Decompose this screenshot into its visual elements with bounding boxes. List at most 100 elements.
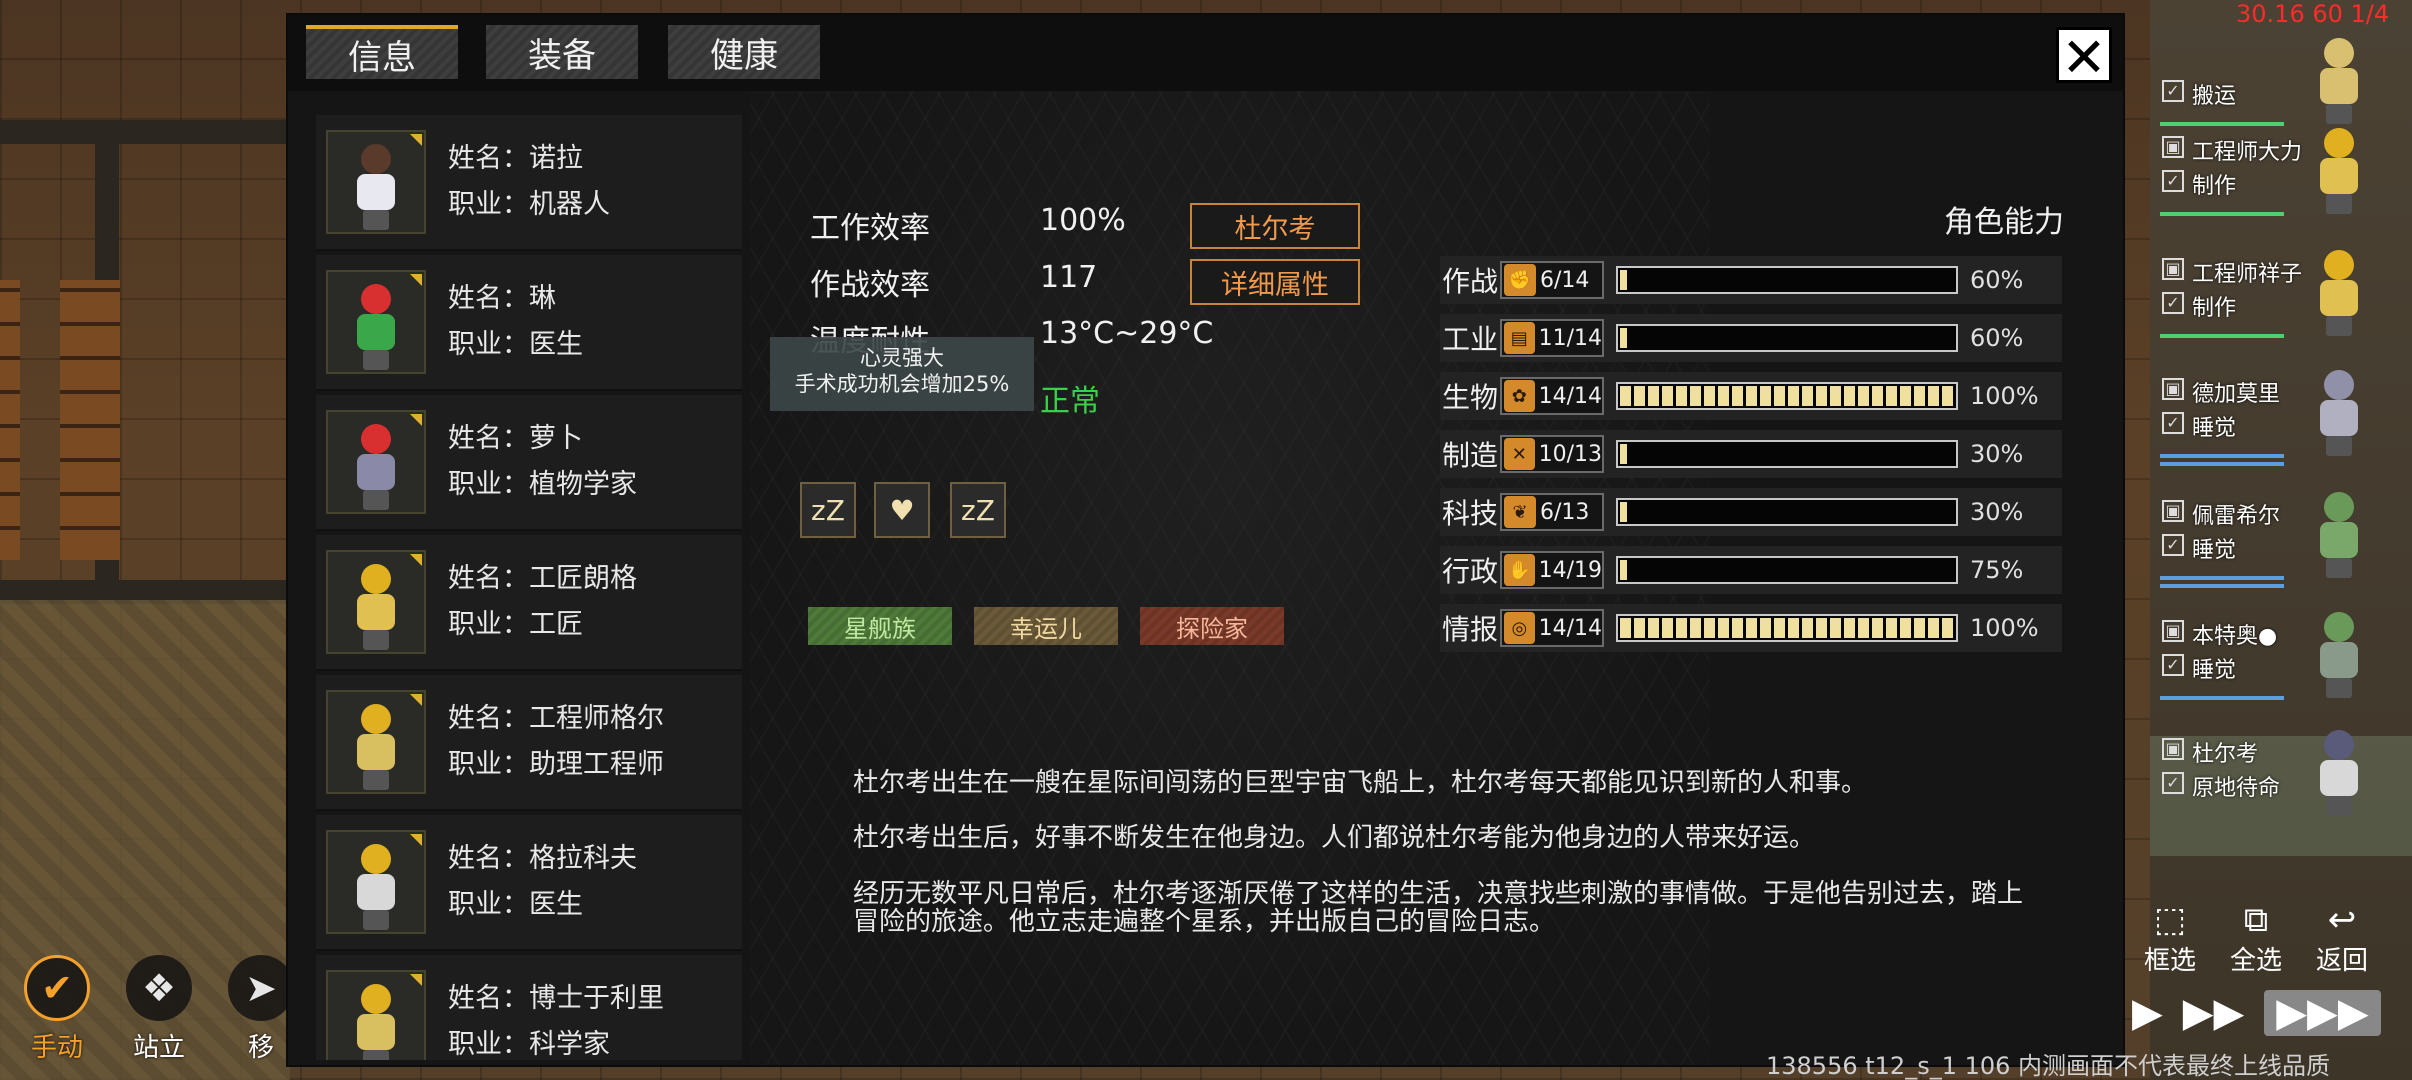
character-card[interactable]: 姓名： 萝卜 职业： 植物学家 <box>316 395 742 531</box>
trait-badge[interactable]: 星舰族 <box>808 607 952 645</box>
action-bar: ✔ 手动 ❖ 站立 ➤ 移 <box>15 955 303 1065</box>
close-icon[interactable]: ✕ <box>2056 27 2112 86</box>
ability-row[interactable]: 工业 ▤ 11/14 60% <box>1440 314 2062 362</box>
roster-status-bar <box>2160 576 2284 580</box>
character-card[interactable]: 姓名：琳 职业： 医生 <box>316 255 742 391</box>
ability-row[interactable]: 行政 ✋ 14/19 75% <box>1440 546 2062 594</box>
roster-item[interactable]: ▣ 工程师祥子 ✓ 制作 <box>2150 250 2412 376</box>
ability-name: 情报 <box>1441 613 1498 646</box>
ability-level-pill: ✿ 14/14 <box>1500 377 1604 415</box>
character-card[interactable]: 姓名： 诺拉 职业： 机器人 <box>316 115 742 251</box>
character-card[interactable]: 姓名： 博士于利里 职业： 科学家 <box>316 955 742 1060</box>
ability-level-pill: ✋ 14/19 <box>1500 551 1604 589</box>
roster-item[interactable]: ▣ 佩雷希尔 ✓ 睡觉 <box>2150 492 2412 618</box>
checkbox-icon[interactable]: ✓ <box>2162 292 2184 314</box>
ability-percent: 100% <box>1970 382 2039 410</box>
trait-badge[interactable]: 探险家 <box>1140 607 1284 645</box>
ability-progress-bar <box>1616 440 1958 468</box>
ability-row[interactable]: 生物 ✿ 14/14 100% <box>1440 372 2062 420</box>
box-select-label: 框选 <box>2144 946 2197 976</box>
play-icon[interactable]: ▶ <box>2132 990 2163 1036</box>
book-icon: ▤ <box>1504 322 1535 354</box>
checkbox-icon[interactable]: ✓ <box>2162 534 2184 556</box>
robot-icon: ▣ <box>2162 620 2184 642</box>
detail-attributes-button[interactable]: 详细属性 <box>1190 259 1360 305</box>
checkbox-icon[interactable]: ✓ <box>2162 412 2184 434</box>
ability-row[interactable]: 作战 ✊ 6/14 60% <box>1440 256 2062 304</box>
ability-level-value: 14/14 <box>1538 615 1602 641</box>
character-card[interactable]: 姓名： 工程师格尔 职业： 助理工程师 <box>316 675 742 811</box>
ability-name: 科技 <box>1441 497 1498 530</box>
speed-controls: ▶ ▶▶ ▶▶▶ <box>2132 990 2381 1036</box>
checkbox-icon[interactable]: ✓ <box>2162 654 2184 676</box>
roster-avatar <box>2316 36 2370 136</box>
robot-icon: ▣ <box>2162 136 2184 158</box>
roster-name: 工程师祥子 <box>2192 262 2303 287</box>
stat-combat-efficiency-value: 117 <box>1040 260 1098 295</box>
robot-icon: ▣ <box>2162 500 2184 522</box>
stat-status-value: 正常 <box>1040 384 1100 419</box>
sleep-icon[interactable]: zZ <box>800 482 856 538</box>
ability-progress-fill <box>1620 270 1627 290</box>
action-stand[interactable]: ❖ 站立 <box>117 955 201 1065</box>
ability-percent: 75% <box>1970 556 2024 584</box>
fastest-forward-icon[interactable]: ▶▶▶ <box>2264 990 2381 1036</box>
roster-item[interactable]: ▣ 本特奥● ✓ 睡觉 <box>2150 612 2412 738</box>
character-card[interactable]: 姓名： 格拉科夫 职业： 医生 <box>316 815 742 951</box>
character-job: 助理工程师 <box>529 749 664 780</box>
roster-avatar <box>2316 126 2370 226</box>
ability-row[interactable]: 制造 ✕ 10/13 30% <box>1440 430 2062 478</box>
tab-health[interactable]: 健康 <box>668 25 820 79</box>
bio-paragraph: 杜尔考出生在一艘在星际间闯荡的巨型宇宙飞船上，杜尔考每天都能见识到新的人和事。 <box>853 768 1868 798</box>
roster-name: 德加莫里 <box>2192 382 2281 407</box>
ability-percent: 60% <box>1970 266 2024 294</box>
select-all-button[interactable]: ⧉ 全选 <box>2230 900 2282 977</box>
box-select-button[interactable]: ⬚ 框选 <box>2144 900 2196 977</box>
bio-paragraph: 杜尔考出生后，好事不断发生在他身边。人们都说杜尔考能为他身边的人带来好运。 <box>853 823 1816 853</box>
move-icon: ➤ <box>228 955 294 1021</box>
character-card[interactable]: 姓名： 工匠朗格 职业： 工匠 <box>316 535 742 671</box>
robot-icon: ▣ <box>2162 258 2184 280</box>
checkbox-icon[interactable]: ✓ <box>2162 170 2184 192</box>
select-all-icon: ⧉ <box>2243 900 2269 940</box>
back-button[interactable]: ↩ 返回 <box>2316 900 2368 977</box>
checkbox-icon[interactable]: ✓ <box>2162 772 2184 794</box>
action-manual[interactable]: ✔ 手动 <box>15 955 99 1065</box>
action-label: 手动 <box>30 1033 83 1063</box>
roster-status-bar <box>2160 212 2284 216</box>
roster-item[interactable]: ▣ 工程师大力 ✓ 制作 <box>2150 128 2412 254</box>
trait-badge[interactable]: 幸运儿 <box>974 607 1118 645</box>
job-prefix: 职业： <box>448 329 529 360</box>
ability-name: 制造 <box>1441 439 1498 472</box>
ability-name: 生物 <box>1441 381 1498 414</box>
character-name-button[interactable]: 杜尔考 <box>1190 203 1360 249</box>
ability-percent: 60% <box>1970 324 2024 352</box>
heart-plus-icon[interactable]: ♥ <box>874 482 930 538</box>
character-job: 植物学家 <box>529 469 637 500</box>
roster-status-bar <box>2160 334 2284 338</box>
ability-level-pill: ◎ 14/14 <box>1500 609 1604 647</box>
ability-row[interactable]: 科技 ❦ 6/13 30% <box>1440 488 2062 536</box>
roster-item-selected[interactable]: ▣ 杜尔考 ✓ 原地待命 <box>2150 730 2412 856</box>
character-job: 科学家 <box>529 1029 610 1060</box>
abilities-title: 角色能力 <box>1944 205 2064 240</box>
checkbox-icon[interactable]: ✓ <box>2162 80 2184 102</box>
job-prefix: 职业： <box>448 889 529 920</box>
action-label: 站立 <box>132 1033 185 1063</box>
character-name: 萝卜 <box>529 423 583 454</box>
tab-equipment[interactable]: 装备 <box>486 25 638 79</box>
ability-progress-fill <box>1620 560 1627 580</box>
bio-paragraph: 经历无数平凡日常后，杜尔考逐渐厌倦了这样的生活，决意找些刺激的事情做。于是他告别… <box>853 879 2024 937</box>
tab-info[interactable]: 信息 <box>306 25 458 79</box>
fast-forward-icon[interactable]: ▶▶ <box>2183 990 2245 1036</box>
sleep-icon[interactable]: zZ <box>950 482 1006 538</box>
back-icon: ↩ <box>2327 900 2357 940</box>
roster-item[interactable]: ▣ 德加莫里 ✓ 睡觉 <box>2150 370 2412 496</box>
ability-row[interactable]: 情报 ◎ 14/14 100% <box>1440 604 2062 652</box>
name-prefix: 姓名： <box>448 423 529 454</box>
character-job: 医生 <box>529 889 583 920</box>
name-prefix: 姓名： <box>448 843 529 874</box>
ability-progress-bar <box>1616 556 1958 584</box>
tooltip-title: 心灵强大 <box>860 346 944 370</box>
ability-progress-bar <box>1616 266 1958 294</box>
